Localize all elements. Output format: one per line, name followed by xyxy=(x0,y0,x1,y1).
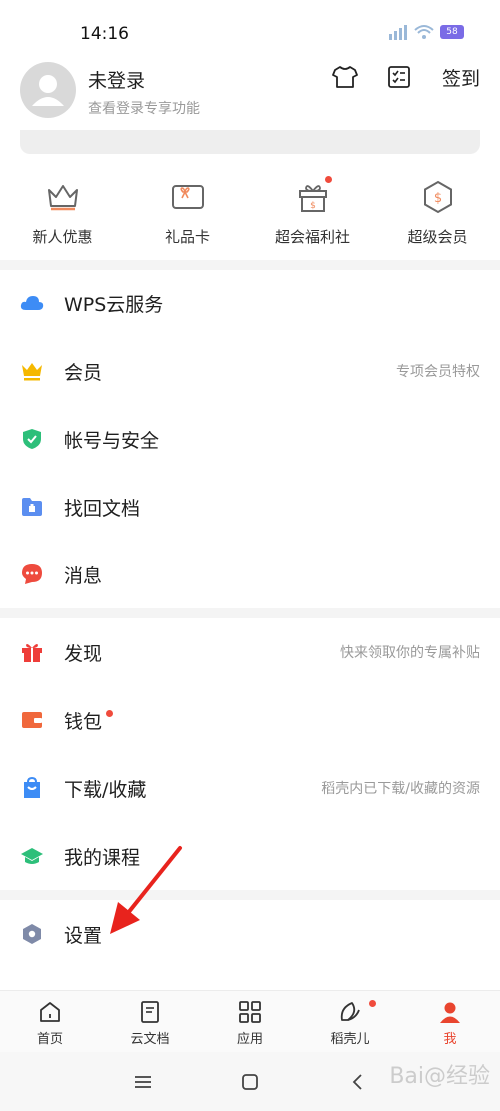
tab-docer[interactable]: 稻壳儿 xyxy=(300,991,400,1052)
bottom-tab-bar: 首页 云文档 应用 稻壳儿 我 xyxy=(0,990,500,1052)
signal-icon xyxy=(389,25,407,40)
checkin-button[interactable]: 签到 xyxy=(442,64,480,91)
quick-label: 超级会员 xyxy=(407,228,468,246)
home-button[interactable] xyxy=(235,1067,265,1097)
tab-home[interactable]: 首页 xyxy=(0,991,100,1052)
menu-item-account-security[interactable]: 帐号与安全 xyxy=(0,409,500,469)
menu-item-recover-docs[interactable]: 找回文档 xyxy=(0,477,500,537)
svg-text:$: $ xyxy=(433,191,441,206)
quick-label: 超会福利社 xyxy=(274,228,350,246)
menu-label: 发现 xyxy=(64,642,103,665)
menu-label: 帐号与安全 xyxy=(64,429,160,452)
tab-apps[interactable]: 应用 xyxy=(200,991,300,1052)
menu-item-wps-cloud[interactable]: WPS云服务 xyxy=(0,273,500,333)
graduation-cap-icon xyxy=(21,848,43,864)
avatar-person-icon xyxy=(32,75,64,106)
tshirt-icon xyxy=(332,66,358,88)
quick-item-gift-card[interactable]: 礼品卡 xyxy=(125,178,250,248)
header-actions: 签到 xyxy=(306,62,480,92)
recents-button[interactable] xyxy=(128,1067,158,1097)
quick-label: 礼品卡 xyxy=(164,228,210,246)
quick-item-welfare[interactable]: $ 超会福利社 xyxy=(250,176,375,248)
notification-dot xyxy=(369,1000,376,1007)
menu-item-downloads[interactable]: 下载/收藏 稻壳内已下载/收藏的资源 xyxy=(0,758,500,818)
shopping-bag-icon xyxy=(24,777,40,798)
menu-label: 下载/收藏 xyxy=(64,778,147,801)
svg-text:$: $ xyxy=(310,201,316,211)
crown-icon xyxy=(22,363,42,381)
tasks-button[interactable] xyxy=(384,62,414,92)
square-icon xyxy=(242,1073,258,1090)
notification-dot xyxy=(324,176,332,183)
quick-entries: 新人优惠 礼品卡 $ 超会福利社 $ 超级会员 xyxy=(0,176,500,248)
back-button[interactable] xyxy=(342,1067,372,1097)
menu-item-my-courses[interactable]: 我的课程 xyxy=(0,826,500,886)
menu-label: 设置 xyxy=(64,924,103,947)
profile-subtitle[interactable]: 查看登录专享功能 xyxy=(88,98,200,118)
avatar[interactable] xyxy=(20,62,76,118)
chevron-left-icon xyxy=(352,1073,362,1090)
quick-item-new-user[interactable]: 新人优惠 xyxy=(0,178,125,248)
skin-button[interactable] xyxy=(330,62,360,92)
gift-box-icon: $ xyxy=(298,185,327,212)
status-time: 14:16 xyxy=(80,24,129,44)
quick-item-super-member[interactable]: $ 超级会员 xyxy=(375,178,500,248)
section-divider xyxy=(0,890,500,900)
menu-label: WPS云服务 xyxy=(64,293,164,316)
menu-item-member[interactable]: 会员 专项会员特权 xyxy=(0,341,500,401)
profile-name[interactable]: 未登录 xyxy=(88,66,145,93)
checklist-icon xyxy=(388,66,410,88)
menu-item-settings[interactable]: 设置 xyxy=(0,904,500,964)
quick-label: 新人优惠 xyxy=(32,228,93,246)
section-divider xyxy=(0,260,500,270)
menu-label: 钱包 xyxy=(64,710,103,733)
tab-label: 我 xyxy=(443,1032,457,1047)
cloud-doc-icon xyxy=(141,1001,159,1023)
cloud-icon xyxy=(20,296,44,310)
super-member-icon: $ xyxy=(423,180,452,214)
menu-item-messages[interactable]: 消息 xyxy=(0,544,500,604)
watermark: Bai@经验 xyxy=(389,1064,490,1089)
gift-icon xyxy=(22,644,42,662)
tab-label: 云文档 xyxy=(130,1032,170,1047)
leaf-icon xyxy=(340,1002,360,1021)
tab-me[interactable]: 我 xyxy=(400,991,500,1052)
battery-indicator: 58 xyxy=(440,25,464,39)
menu-label: 消息 xyxy=(64,564,103,587)
wifi-icon xyxy=(414,25,434,39)
home-icon xyxy=(40,1002,60,1022)
folder-recover-icon xyxy=(22,498,42,516)
tab-label: 应用 xyxy=(236,1032,263,1047)
menu-hint: 稻壳内已下载/收藏的资源 xyxy=(321,781,480,797)
crown-icon xyxy=(47,185,78,211)
wallet-icon xyxy=(22,712,42,728)
status-bar: 14:16 58 xyxy=(0,0,500,60)
tab-cloud-docs[interactable]: 云文档 xyxy=(100,991,200,1052)
menu-item-discover[interactable]: 发现 快来领取你的专属补贴 xyxy=(0,622,500,682)
profile-header[interactable]: 未登录 查看登录专享功能 签到 xyxy=(20,62,480,122)
apps-grid-icon xyxy=(239,1001,261,1023)
message-icon xyxy=(22,564,42,584)
tab-label: 稻壳儿 xyxy=(330,1032,370,1047)
shield-icon xyxy=(23,429,41,449)
annotation-arrow xyxy=(110,846,182,934)
menu-hint: 快来领取你的专属补贴 xyxy=(340,645,480,661)
menu-item-wallet[interactable]: 钱包 xyxy=(0,690,500,750)
menu-label: 找回文档 xyxy=(64,497,141,520)
section-divider xyxy=(0,608,500,618)
person-icon xyxy=(440,1002,460,1023)
menu-hint: 专项会员特权 xyxy=(396,364,480,380)
menu-label: 会员 xyxy=(64,361,103,384)
notification-dot xyxy=(106,710,113,717)
banner-strip xyxy=(20,130,480,154)
gift-card-icon xyxy=(171,185,204,209)
status-icons: 58 xyxy=(388,24,464,40)
tab-label: 首页 xyxy=(36,1032,63,1047)
settings-hexagon-icon xyxy=(23,924,41,944)
menu-lines-icon xyxy=(135,1075,152,1088)
